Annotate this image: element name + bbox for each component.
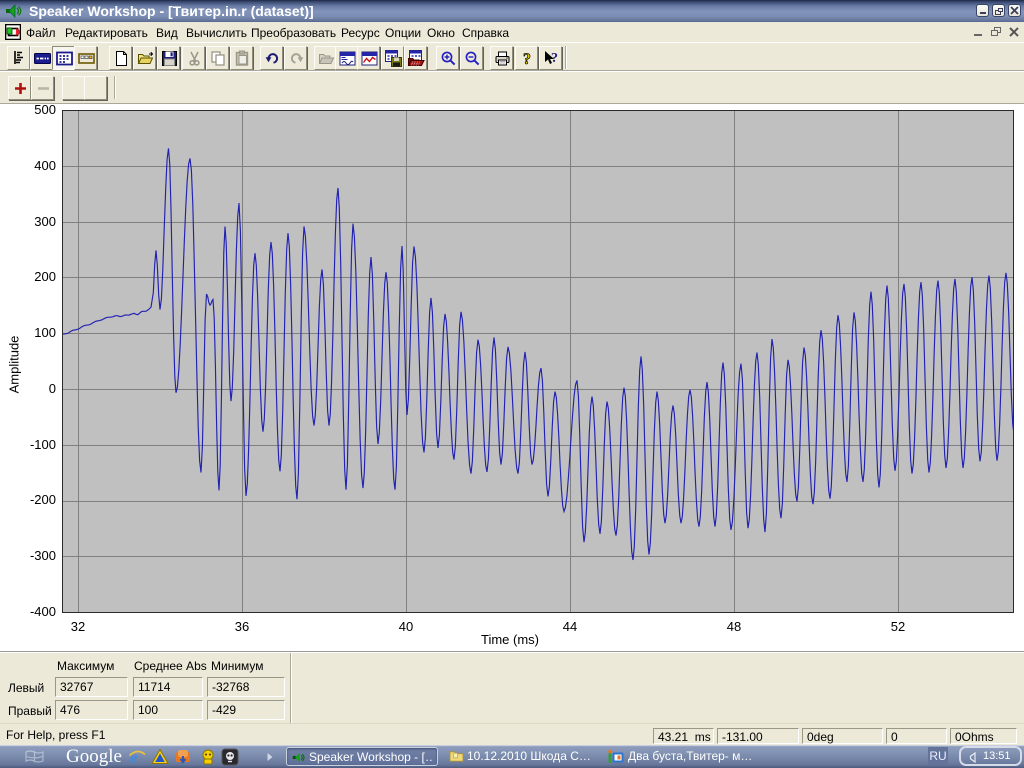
svg-text:e: e (130, 748, 138, 766)
svg-text:?: ? (551, 51, 558, 66)
svg-text:?: ? (523, 51, 531, 67)
